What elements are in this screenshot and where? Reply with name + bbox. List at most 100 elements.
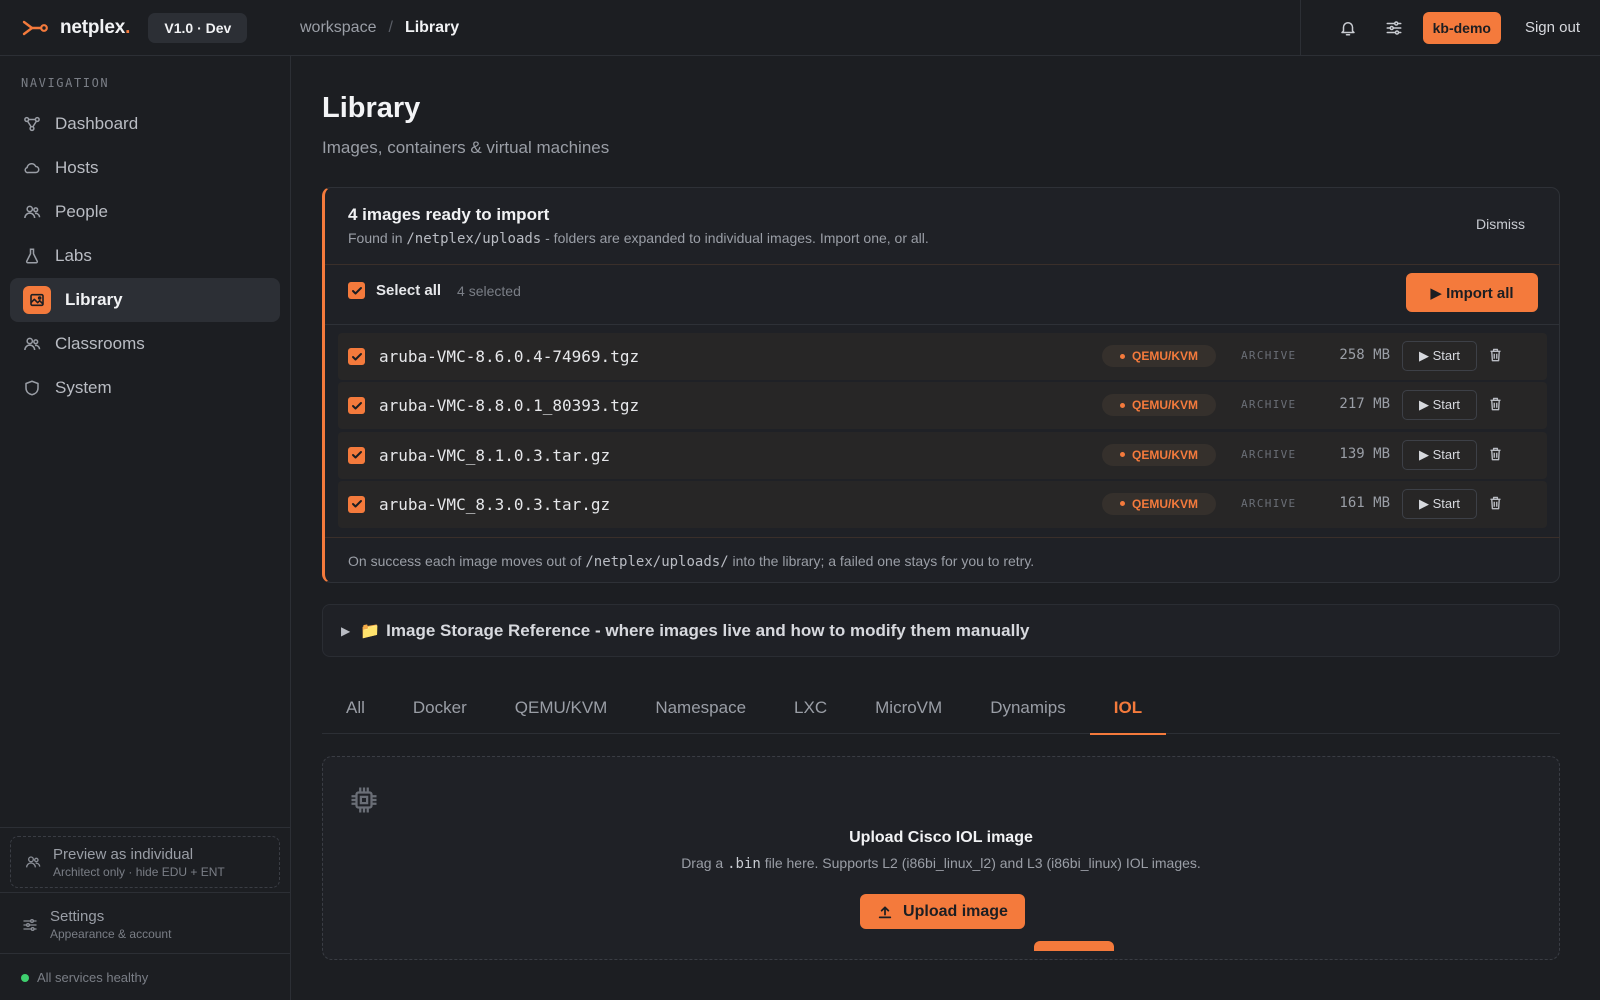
trash-icon: [1490, 447, 1501, 460]
sidebar-item-classrooms[interactable]: Classrooms: [10, 322, 280, 366]
foot-suffix: into the library; a failed one stays for…: [732, 553, 1035, 569]
sidebar-item-system[interactable]: System: [10, 366, 280, 410]
delete-button[interactable]: [1488, 495, 1503, 511]
select-all-label[interactable]: Select all: [376, 282, 441, 299]
start-button[interactable]: ▶ Start: [1402, 439, 1477, 470]
file-checkbox[interactable]: [348, 495, 365, 513]
offscreen-button[interactable]: [1034, 941, 1114, 951]
health-text: All services healthy: [37, 970, 149, 985]
preferences-button[interactable]: [1371, 8, 1417, 48]
breadcrumb-workspace[interactable]: workspace: [300, 19, 376, 37]
file-size: 139 MB: [1339, 445, 1390, 462]
desc-prefix: Found in: [348, 230, 403, 246]
file-name: aruba-VMC-8.8.0.1_80393.tgz: [379, 396, 640, 416]
nav-list: Dashboard Hosts People Labs Library Clas…: [10, 102, 280, 410]
caret-right-icon: ▶: [341, 623, 351, 638]
people-icon: [25, 854, 41, 870]
nav-heading: NAVIGATION: [21, 76, 110, 90]
file-checkbox[interactable]: [348, 348, 365, 365]
tab-all[interactable]: All: [322, 682, 389, 734]
version-pill[interactable]: V1.0 · Dev: [148, 12, 248, 43]
delete-button[interactable]: [1488, 446, 1503, 462]
notifications-button[interactable]: [1325, 8, 1371, 48]
tag-dot: [1120, 402, 1125, 408]
brand-dot: .: [125, 16, 131, 38]
sidebar-item-label: System: [55, 378, 112, 397]
settings-title: Settings: [50, 908, 105, 925]
page-subtitle: Images, containers & virtual machines: [322, 138, 610, 157]
preview-subtitle: Architect only · hide EDU + ENT: [53, 864, 225, 879]
check-icon: [351, 451, 362, 459]
preview-as-individual[interactable]: Preview as individual Architect only · h…: [10, 836, 280, 888]
file-name: aruba-VMC-8.6.0.4-74969.tgz: [379, 347, 640, 366]
sidebar-item-hosts[interactable]: Hosts: [10, 146, 280, 190]
upload-dropzone[interactable]: Upload Cisco IOL image Drag a .bin file …: [322, 756, 1560, 960]
upload-icon: [878, 905, 892, 918]
upload-description: Drag a .bin file here. Supports L2 (i86b…: [323, 855, 1559, 872]
brand[interactable]: netplex. V1.0 · Dev: [0, 0, 290, 56]
user-badge[interactable]: kb-demo: [1422, 11, 1501, 44]
dismiss-button[interactable]: Dismiss: [1476, 216, 1525, 232]
tab-docker[interactable]: Docker: [389, 682, 491, 734]
sidebar-item-label: Library: [65, 290, 123, 309]
tab-namespace[interactable]: Namespace: [631, 682, 770, 734]
sliders-icon: [1386, 20, 1402, 35]
sliders-icon: [22, 917, 38, 933]
graph-icon: [23, 115, 41, 133]
bell-icon: [1340, 21, 1355, 35]
brand-name: netplex: [60, 16, 126, 38]
file-size: 258 MB: [1339, 347, 1390, 363]
settings-link[interactable]: Settings Appearance & account: [22, 908, 171, 941]
sidebar-item-dashboard[interactable]: Dashboard: [10, 102, 280, 146]
tab-lxc[interactable]: LXC: [770, 682, 851, 734]
top-bar: netplex. V1.0 · Dev workspace / Library …: [0, 0, 1600, 56]
import-card-description: Found in /netplex/uploads - folders are …: [348, 230, 929, 247]
people-icon: [23, 335, 41, 353]
import-card: 4 images ready to import Found in /netpl…: [322, 187, 1560, 583]
breadcrumb: workspace / Library: [290, 19, 1300, 37]
sidebar-item-labs[interactable]: Labs: [10, 234, 280, 278]
tag-label: QEMU/KVM: [1132, 496, 1198, 511]
check-icon: [351, 286, 362, 294]
file-list: aruba-VMC-8.6.0.4-74969.tgz QEMU/KVM ARC…: [338, 333, 1547, 530]
foot-prefix: On success each image moves out of: [348, 553, 582, 569]
file-size: 217 MB: [1339, 396, 1390, 413]
sidebar-item-people[interactable]: People: [10, 190, 280, 234]
select-all-checkbox[interactable]: [348, 282, 365, 299]
start-button[interactable]: ▶ Start: [1402, 390, 1477, 421]
tab-qemu-kvm[interactable]: QEMU/KVM: [491, 682, 632, 734]
sidebar-divider: [0, 892, 290, 893]
type-tag: QEMU/KVM: [1102, 345, 1216, 367]
file-checkbox[interactable]: [348, 397, 365, 415]
cloud-icon: [23, 159, 41, 177]
card-divider: [325, 324, 1560, 325]
tab-iol[interactable]: IOL: [1089, 682, 1167, 735]
chip-icon: [351, 787, 377, 813]
file-checkbox[interactable]: [348, 446, 365, 464]
storage-reference-toggle[interactable]: ▶ 📁 Image Storage Reference - where imag…: [322, 604, 1560, 657]
delete-button[interactable]: [1488, 347, 1503, 363]
foot-path: /netplex/uploads/: [585, 554, 729, 570]
file-name: aruba-VMC_8.1.0.3.tar.gz: [379, 445, 611, 465]
upload-title: Upload Cisco IOL image: [849, 829, 1033, 846]
tab-microvm[interactable]: MicroVM: [851, 682, 966, 734]
trash-icon: [1490, 397, 1501, 411]
sign-out-link[interactable]: Sign out: [1525, 19, 1580, 36]
import-all-button[interactable]: ▶ Import all: [1406, 273, 1538, 312]
image-icon: [23, 286, 51, 314]
trash-icon: [1490, 348, 1501, 362]
tag-label: QEMU/KVM: [1132, 398, 1198, 413]
file-kind: ARCHIVE: [1241, 496, 1297, 510]
sidebar-item-library[interactable]: Library: [10, 278, 280, 322]
sidebar-divider: [0, 953, 290, 954]
delete-button[interactable]: [1488, 396, 1503, 412]
file-kind: ARCHIVE: [1241, 398, 1297, 412]
start-button[interactable]: ▶ Start: [1402, 488, 1477, 519]
upload-image-button[interactable]: Upload image: [860, 894, 1025, 929]
file-name: aruba-VMC_8.3.0.3.tar.gz: [379, 494, 611, 514]
tag-dot: [1120, 452, 1125, 458]
start-button[interactable]: ▶ Start: [1402, 341, 1477, 371]
tab-dynamips[interactable]: Dynamips: [966, 682, 1090, 734]
flask-icon: [23, 247, 41, 265]
table-row: aruba-VMC-8.8.0.1_80393.tgz QEMU/KVM ARC…: [338, 382, 1547, 430]
